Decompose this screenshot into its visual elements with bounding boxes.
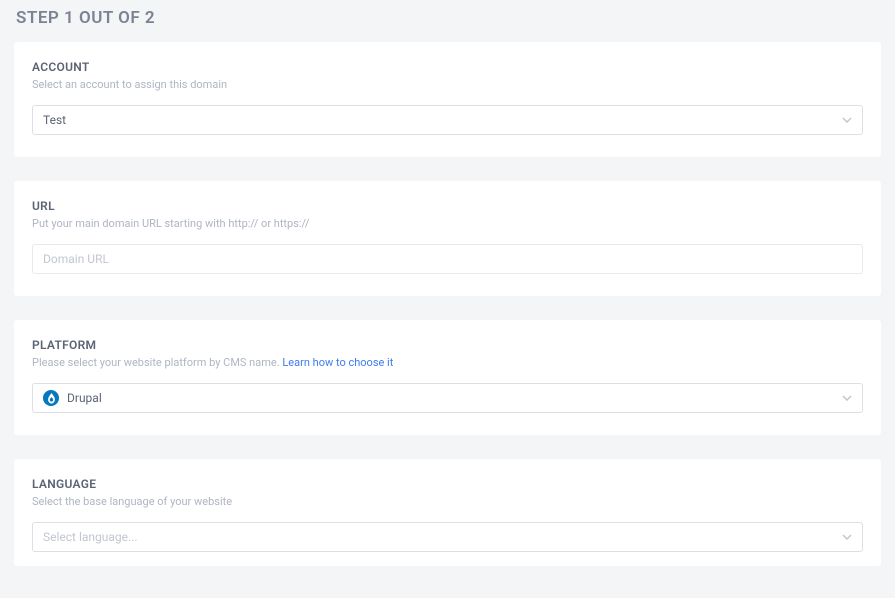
account-select[interactable]: Test bbox=[32, 105, 863, 135]
platform-select[interactable]: Drupal bbox=[32, 383, 863, 413]
account-subtitle: Select an account to assign this domain bbox=[32, 78, 863, 91]
drupal-icon bbox=[43, 390, 59, 406]
platform-title: PLATFORM bbox=[32, 338, 863, 352]
step-heading: STEP 1 OUT OF 2 bbox=[16, 8, 881, 28]
url-card: URL Put your main domain URL starting wi… bbox=[14, 181, 881, 296]
platform-subtitle-wrapper: Please select your website platform by C… bbox=[32, 356, 863, 369]
language-subtitle: Select the base language of your website bbox=[32, 495, 863, 508]
url-title: URL bbox=[32, 199, 863, 213]
chevron-down-icon bbox=[842, 532, 852, 542]
chevron-down-icon bbox=[842, 115, 852, 125]
account-title: ACCOUNT bbox=[32, 60, 863, 74]
language-select-placeholder: Select language... bbox=[43, 530, 842, 544]
platform-help-link[interactable]: Learn how to choose it bbox=[282, 356, 393, 369]
language-select[interactable]: Select language... bbox=[32, 522, 863, 552]
url-input[interactable] bbox=[32, 244, 863, 274]
language-card: LANGUAGE Select the base language of you… bbox=[14, 459, 881, 566]
platform-card: PLATFORM Please select your website plat… bbox=[14, 320, 881, 435]
platform-select-value: Drupal bbox=[67, 391, 842, 405]
url-subtitle: Put your main domain URL starting with h… bbox=[32, 217, 863, 230]
chevron-down-icon bbox=[842, 393, 852, 403]
account-card: ACCOUNT Select an account to assign this… bbox=[14, 42, 881, 157]
language-title: LANGUAGE bbox=[32, 477, 863, 491]
account-select-value: Test bbox=[43, 113, 842, 127]
platform-subtitle: Please select your website platform by C… bbox=[32, 356, 282, 369]
